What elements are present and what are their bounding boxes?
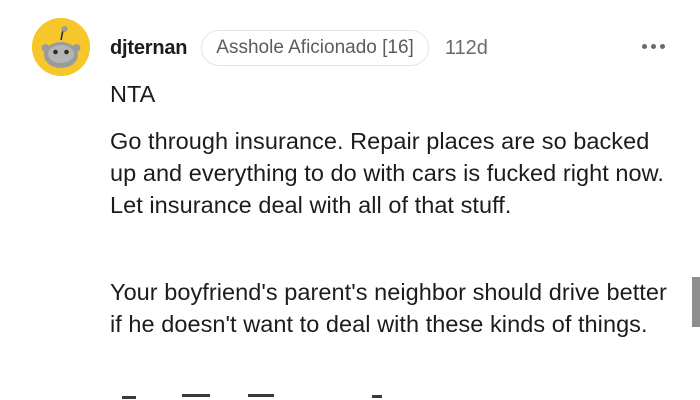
comment-action-bar [110,388,510,400]
comment-paragraph: Your boyfriend's parent's neighbor shoul… [110,279,667,337]
share-icon[interactable] [372,395,382,398]
upvote-icon[interactable] [122,396,136,399]
award-icon[interactable] [248,394,274,397]
reply-icon[interactable] [182,394,210,397]
user-flair-badge: Asshole Aficionado [16] [201,30,429,66]
username-link[interactable]: djternan [110,37,187,60]
user-avatar-icon[interactable] [32,18,90,76]
scrollbar-thumb[interactable] [692,277,700,327]
more-options-icon[interactable] [640,36,668,56]
comment-paragraph: Go through insurance. Repair places are … [110,128,664,218]
comment-header: djternan Asshole Aficionado [16] 112d [110,30,488,66]
comment-verdict: NTA [110,81,156,107]
comment-age: 112d [444,36,488,59]
